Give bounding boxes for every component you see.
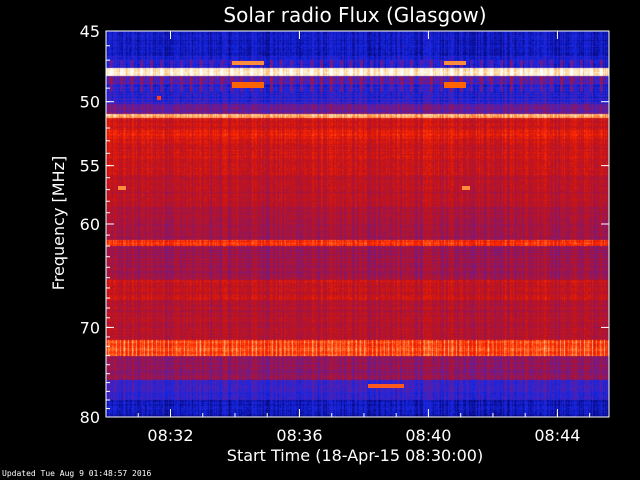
y-tick-label: 60: [80, 215, 100, 234]
emission-patch: [444, 61, 466, 65]
y-tick-label: 55: [80, 157, 100, 176]
x-tick-label: 08:36: [276, 426, 322, 445]
emission-patch: [232, 82, 264, 88]
emission-patch: [368, 384, 404, 388]
emission-patch: [232, 61, 264, 65]
spectrogram-image: [106, 31, 609, 417]
x-tick-label: 08:40: [405, 426, 451, 445]
y-tick-label: 80: [80, 408, 100, 427]
emission-patch: [157, 96, 161, 100]
x-tick-label: 08:44: [534, 426, 580, 445]
updated-timestamp: Updated Tue Aug 9 01:48:57 2016: [2, 469, 152, 478]
spectrogram-plot-area: [105, 30, 610, 418]
emission-patch: [444, 82, 466, 88]
y-tick-label: 70: [80, 318, 100, 337]
emission-patch: [462, 186, 470, 190]
x-axis-label: Start Time (18-Apr-15 08:30:00): [227, 446, 483, 465]
spectrogram-chart: Solar radio Flux (Glasgow) 08:32 08:36 08:…: [0, 0, 640, 480]
x-tick-label: 08:32: [147, 426, 193, 445]
y-tick-label: 45: [80, 22, 100, 41]
chart-title: Solar radio Flux (Glasgow): [223, 3, 486, 27]
y-axis-label: Frequency [MHz]: [49, 156, 68, 290]
y-tick-label: 50: [80, 93, 100, 112]
emission-patch: [118, 186, 126, 190]
